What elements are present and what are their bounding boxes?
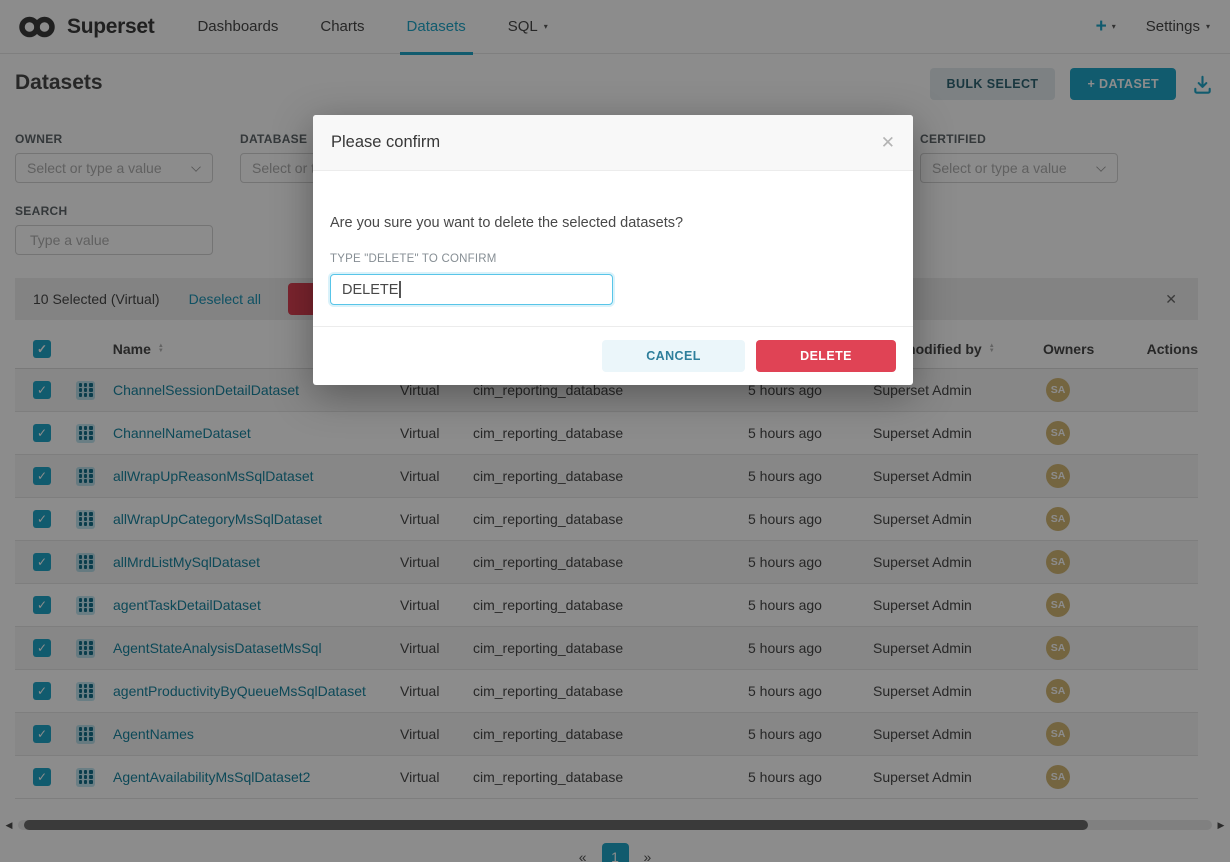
modal-footer: CANCEL DELETE <box>313 326 913 385</box>
modal-title: Please confirm <box>331 133 440 152</box>
confirm-message: Are you sure you want to delete the sele… <box>330 215 896 231</box>
close-icon[interactable]: ✕ <box>881 133 895 153</box>
delete-button[interactable]: DELETE <box>756 340 896 372</box>
delete-confirm-modal: Please confirm ✕ Are you sure you want t… <box>313 115 913 385</box>
cancel-button[interactable]: CANCEL <box>602 340 745 372</box>
delete-confirm-input[interactable]: DELETE <box>330 274 613 305</box>
type-delete-label: TYPE "DELETE" TO CONFIRM <box>330 253 896 265</box>
text-cursor <box>399 281 401 298</box>
delete-confirm-input-value: DELETE <box>342 282 398 298</box>
superset-datasets-page: Superset Dashboards Charts Datasets SQL … <box>0 0 1230 862</box>
modal-body: Are you sure you want to delete the sele… <box>313 171 913 305</box>
modal-header: Please confirm ✕ <box>313 115 913 171</box>
